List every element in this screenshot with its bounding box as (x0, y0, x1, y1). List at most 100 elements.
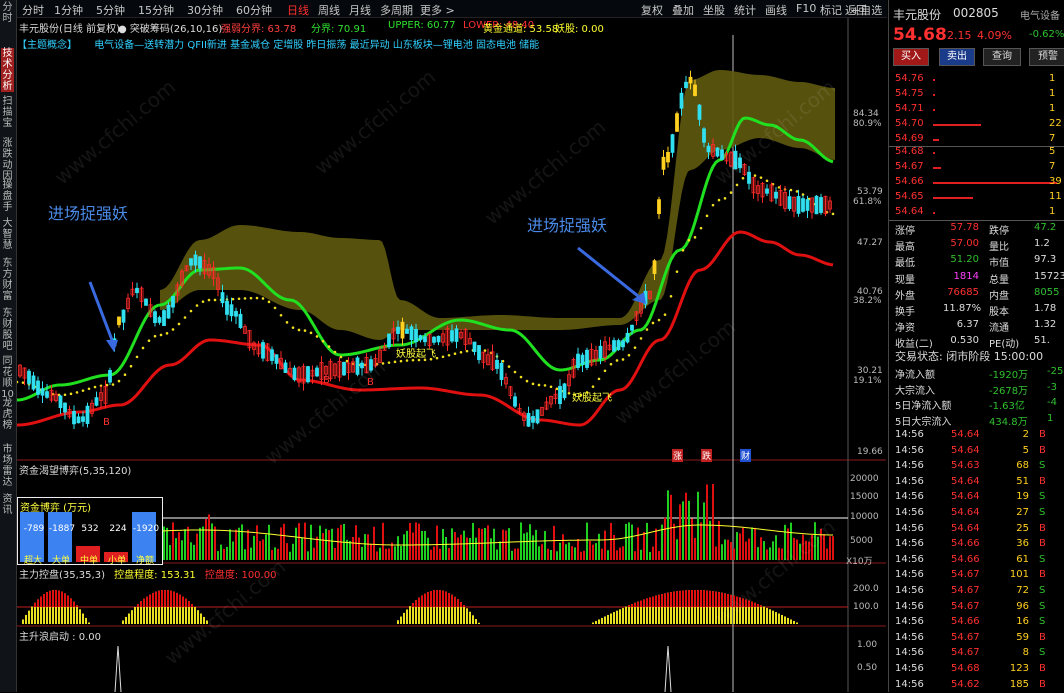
period-tab-multi[interactable]: 多周期 (380, 2, 413, 18)
period-tab-15min[interactable]: 15分钟 (138, 2, 174, 18)
tick-price: 54.64 (951, 475, 980, 487)
overlay-button[interactable]: 叠加 (672, 2, 694, 18)
tick-volume: 68 (1016, 460, 1029, 472)
tick-volume: 51 (1016, 475, 1029, 487)
sidebar-tab-10[interactable]: 市场雷达 (1, 444, 14, 488)
period-tab-60min[interactable]: 60分钟 (236, 2, 272, 18)
sidebar-tab-4[interactable]: 操盘手 (1, 180, 14, 213)
indicator-name[interactable]: ● 突破筹码(26,10,16) (118, 20, 222, 35)
candle-body (819, 197, 823, 213)
tick-time: 14:56 (895, 491, 924, 503)
bid-volume: 1 (1049, 206, 1056, 217)
period-tab-minute[interactable]: 分时 (22, 2, 44, 18)
fund-game-title[interactable]: 资金渴望博弈(5,35,120) (19, 462, 131, 477)
period-tab-30min[interactable]: 30分钟 (187, 2, 223, 18)
candle-body (121, 309, 126, 323)
f10-button[interactable]: F10 (796, 2, 816, 15)
tick-side: S (1039, 647, 1046, 659)
sidebar-tab-9[interactable]: 龙虎榜 (1, 398, 14, 431)
yellow-dot (501, 359, 505, 363)
fund-game-box: 资金博弈 (万元) -789 超大 -1887 大单 532 中单 224 小单 -1920 净额 (17, 497, 163, 566)
control-title[interactable]: 主力控盘(35,35,3) (19, 570, 105, 581)
yellow-dot (459, 350, 463, 354)
tick-time: 14:56 (895, 600, 924, 612)
candle-body (576, 353, 580, 368)
bid-price: 54.66 (895, 176, 924, 187)
stat-row: 净资 6.37 流通 1.32 (889, 319, 1064, 334)
period-tab-5min[interactable]: 5分钟 (96, 2, 125, 18)
ask-depth-bar (933, 94, 935, 96)
more-menu[interactable]: 更多 > (420, 2, 455, 18)
stat-value: 1814 (953, 270, 979, 282)
back-button-visible[interactable]: 返回 (845, 2, 867, 18)
candle-body (108, 369, 112, 383)
candle-body (630, 324, 634, 331)
candle-body (94, 397, 99, 406)
bid-volume: 11 (1049, 191, 1062, 202)
stat-row: 涨停 57.78 跌停 47.2 (889, 222, 1064, 237)
sidebar-tab-1[interactable]: 技术分析 (1, 48, 14, 92)
coordinate-button[interactable]: 坐股 (703, 2, 725, 18)
yellow-dot (831, 212, 835, 216)
sidebar-tab-11[interactable]: 资讯 (1, 494, 14, 516)
candle-body (805, 199, 810, 211)
candle-body (58, 395, 63, 409)
candle-body (135, 287, 139, 294)
buy-button[interactable]: 买入 (893, 48, 929, 66)
tick-time: 14:56 (895, 663, 924, 674)
draw-line-button[interactable]: 画线 (765, 2, 787, 18)
industry-name: 电气设备 (1020, 11, 1060, 22)
sell-button[interactable]: 卖出 (939, 48, 975, 66)
yellow-dot (675, 270, 679, 273)
wave-spike (114, 645, 122, 692)
tick-side: B (1039, 663, 1046, 674)
adjust-button[interactable]: 复权 (641, 2, 663, 18)
period-tab-monthly[interactable]: 月线 (349, 2, 371, 18)
sidebar-tab-7[interactable]: 东财股吧 (1, 308, 14, 352)
candle-body (283, 362, 288, 373)
ask-volume: 7 (1049, 133, 1056, 144)
period-tab-daily[interactable]: 日线 (287, 2, 309, 18)
candle-body (625, 332, 630, 343)
control-tick: 100.0 (853, 602, 879, 612)
tick-side: S (1039, 585, 1046, 596)
tick-time: 14:56 (895, 585, 924, 596)
tick-row: 14:56 54.64 19 S (889, 491, 1064, 505)
yellow-dot (123, 373, 127, 376)
tick-row: 14:56 54.63 68 S (889, 460, 1064, 474)
yellow-dot (171, 328, 175, 331)
sidebar-tab-5[interactable]: 大智慧 (1, 218, 14, 251)
alert-button[interactable]: 预警 (1029, 48, 1064, 66)
tick-price: 54.67 (951, 647, 980, 659)
yellow-dot (273, 306, 277, 310)
yellow-dot (339, 355, 343, 359)
statistics-button[interactable]: 统计 (734, 2, 756, 18)
candle-body (477, 345, 481, 361)
main-wave-title[interactable]: 主升浪启动 : 0.00 (19, 628, 101, 643)
yellow-dot (285, 321, 289, 324)
period-tab-weekly[interactable]: 周线 (318, 2, 340, 18)
yellow-dot (549, 385, 553, 389)
candle-body (40, 388, 45, 396)
sidebar-tab-6[interactable]: 东方财富 (1, 258, 14, 302)
sidebar-tab-0[interactable]: 分时 (1, 2, 14, 24)
ask-price: 54.76 (895, 73, 924, 84)
yellow-dot (165, 332, 169, 335)
mark-button[interactable]: 标记 (820, 2, 842, 18)
yellow-dot (237, 297, 241, 301)
sidebar-tab-8[interactable]: 同花顺10 (1, 356, 14, 400)
tick-row: 14:56 54.67 101 B (889, 569, 1064, 583)
tick-price: 54.64 (951, 429, 980, 440)
yellow-dot (141, 346, 145, 350)
query-button[interactable]: 查询 (983, 48, 1021, 66)
period-tab-1min[interactable]: 1分钟 (54, 2, 83, 18)
sidebar-tab-3[interactable]: 涨跌动因 (1, 138, 14, 182)
sidebar-tab-2[interactable]: 扫描宝 (1, 96, 14, 129)
yellow-dot (555, 387, 559, 391)
fib-tick: 38.2% (853, 296, 882, 306)
stock-code: 002805 (953, 6, 999, 20)
yellow-dot (87, 387, 91, 391)
stat-label: 最高 (895, 242, 915, 254)
candle-body (225, 300, 229, 315)
yellow-dot (507, 365, 511, 368)
